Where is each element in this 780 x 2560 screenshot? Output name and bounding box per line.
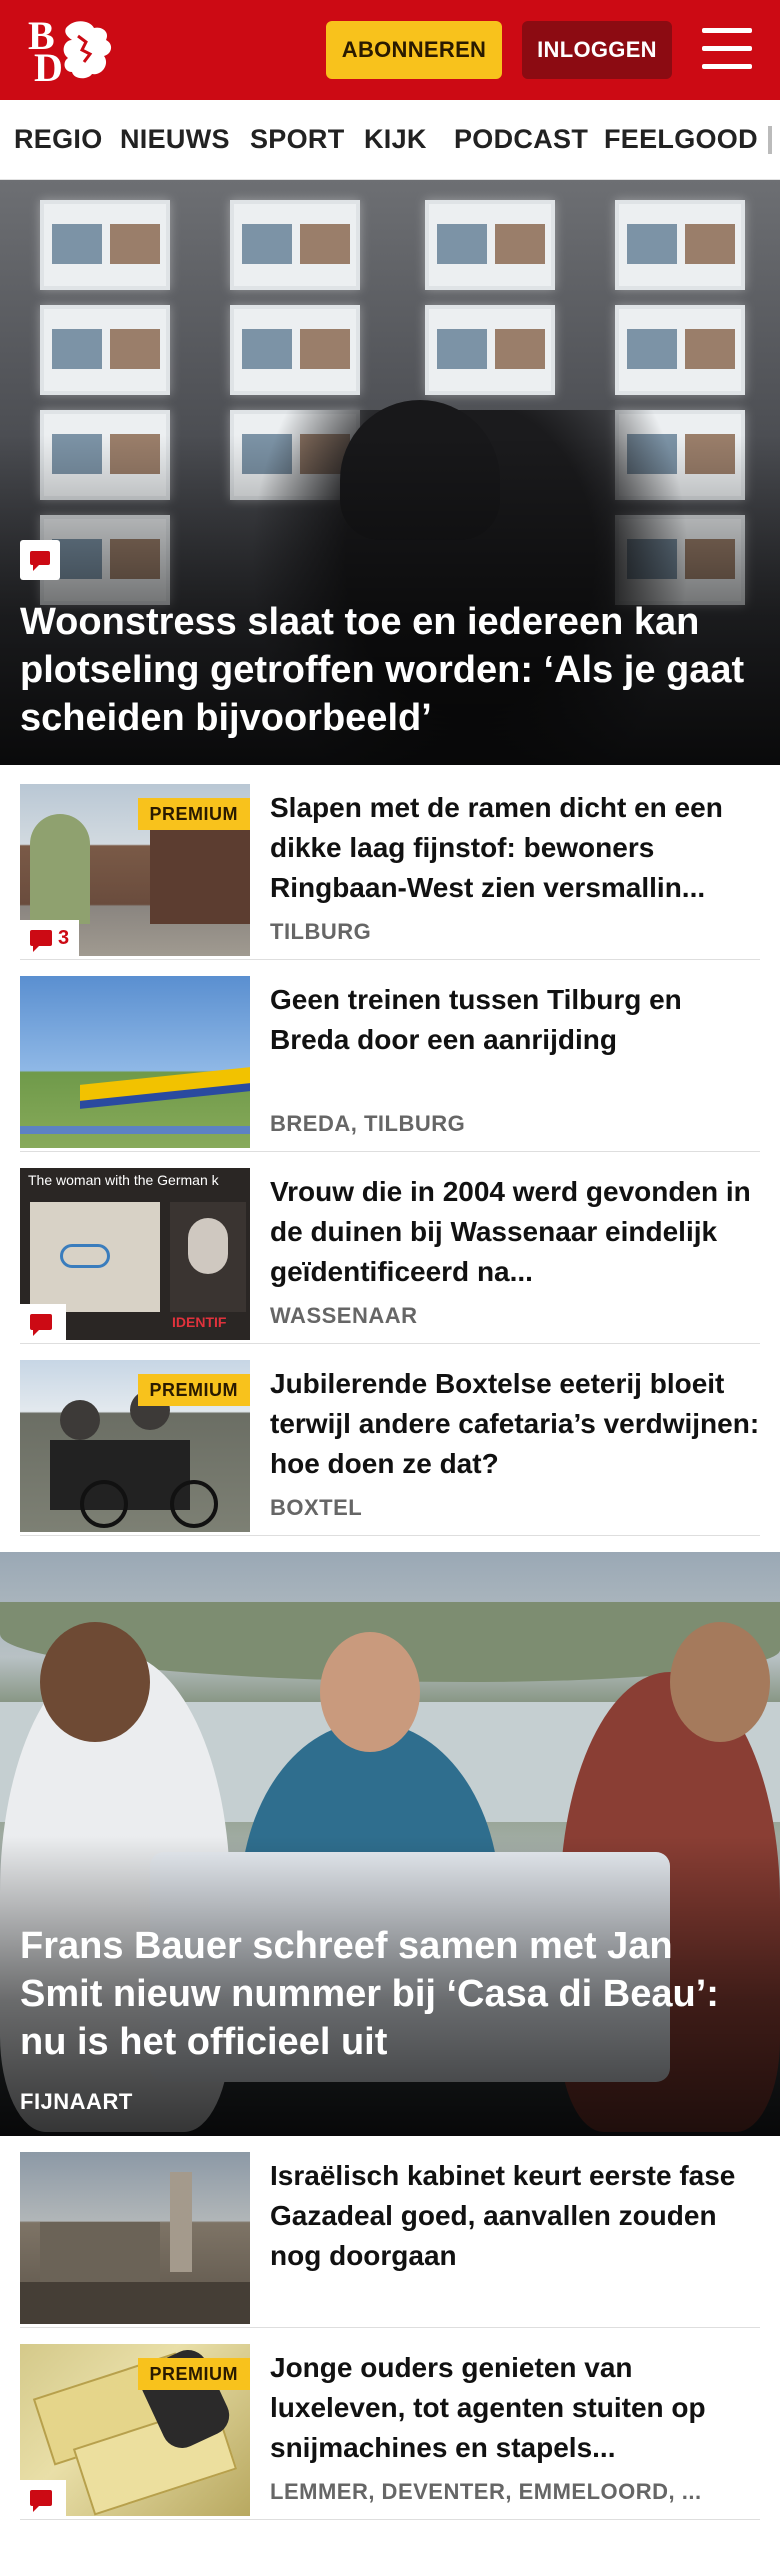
- list-item[interactable]: PREMIUM 3 Slapen met de ramen dicht en e…: [20, 770, 760, 960]
- article-thumbnail: The woman with the German k IDENTIF: [20, 1168, 250, 1340]
- article-thumbnail: [20, 976, 250, 1148]
- list-item[interactable]: PREMIUM Jonge ouders genieten van luxele…: [20, 2330, 760, 2520]
- article-title[interactable]: Geen treinen tussen Tilburg en Breda doo…: [270, 980, 760, 1060]
- hero-location: FIJNAART: [20, 2089, 133, 2114]
- hero-article-woonstress[interactable]: Woonstress slaat toe en iedereen kan plo…: [0, 180, 780, 765]
- lion-logo-icon: [63, 21, 112, 79]
- list-item[interactable]: Israëlisch kabinet keurt eerste fase Gaz…: [20, 2138, 760, 2328]
- hamburger-menu-icon[interactable]: [700, 26, 754, 72]
- article-title[interactable]: Jonge ouders genieten van luxeleven, tot…: [270, 2348, 760, 2468]
- article-thumbnail: PREMIUM: [20, 1360, 250, 1532]
- article-location: BOXTEL: [270, 1495, 363, 1520]
- article-thumbnail: [20, 2152, 250, 2324]
- list-item[interactable]: Geen treinen tussen Tilburg en Breda doo…: [20, 962, 760, 1152]
- article-thumbnail: PREMIUM: [20, 2344, 250, 2516]
- hero-article-frans-bauer[interactable]: Frans Bauer schreef samen met Jan Smit n…: [0, 1552, 780, 2136]
- article-title[interactable]: Israëlisch kabinet keurt eerste fase Gaz…: [270, 2156, 760, 2276]
- nav-overflow-indicator: [768, 126, 772, 154]
- comment-icon: [20, 2480, 66, 2516]
- top-header: B D ABONNEREN INLOGGEN: [0, 0, 780, 100]
- premium-badge: PREMIUM: [137, 1374, 250, 1406]
- site-logo[interactable]: B D: [26, 14, 118, 88]
- comment-count: 3: [20, 920, 80, 956]
- article-location: LEMMER, DEVENTER, EMMELOORD, ...: [270, 2479, 702, 2504]
- nav-item-feelgood[interactable]: FEELGOOD: [604, 124, 758, 155]
- subscribe-button[interactable]: ABONNEREN: [326, 21, 502, 79]
- article-title[interactable]: Vrouw die in 2004 werd gevonden in de du…: [270, 1172, 760, 1292]
- article-thumbnail: PREMIUM 3: [20, 784, 250, 956]
- premium-badge: PREMIUM: [137, 2358, 250, 2390]
- article-title[interactable]: Slapen met de ramen dicht en een dikke l…: [270, 788, 760, 908]
- article-location: TILBURG: [270, 919, 372, 944]
- nav-item-sport[interactable]: SPORT: [250, 124, 345, 155]
- comment-icon: [20, 540, 60, 580]
- article-title[interactable]: Jubilerende Boxtelse eeterij bloeit terw…: [270, 1364, 760, 1484]
- section-nav: REGIO NIEUWS SPORT KIJK PODCAST FEELGOOD: [0, 100, 780, 180]
- premium-badge: PREMIUM: [137, 798, 250, 830]
- thumbnail-caption: IDENTIF: [172, 1314, 227, 1330]
- login-button[interactable]: INLOGGEN: [522, 21, 672, 79]
- nav-item-kijk[interactable]: KIJK: [364, 124, 427, 155]
- article-location: WASSENAAR: [270, 1303, 418, 1328]
- thumbnail-caption: The woman with the German k: [28, 1172, 219, 1188]
- nav-item-podcast[interactable]: PODCAST: [454, 124, 588, 155]
- hero-title[interactable]: Frans Bauer schreef samen met Jan Smit n…: [20, 1922, 760, 2066]
- list-item[interactable]: The woman with the German k IDENTIF Vrou…: [20, 1154, 760, 1344]
- article-location: BREDA, TILBURG: [270, 1111, 466, 1136]
- nav-item-nieuws[interactable]: NIEUWS: [120, 124, 230, 155]
- hero-title[interactable]: Woonstress slaat toe en iedereen kan plo…: [20, 598, 760, 742]
- nav-item-regio[interactable]: REGIO: [14, 124, 103, 155]
- comment-icon: [20, 1304, 66, 1340]
- comment-icon: [30, 930, 52, 952]
- list-item[interactable]: PREMIUM Jubilerende Boxtelse eeterij blo…: [20, 1346, 760, 1536]
